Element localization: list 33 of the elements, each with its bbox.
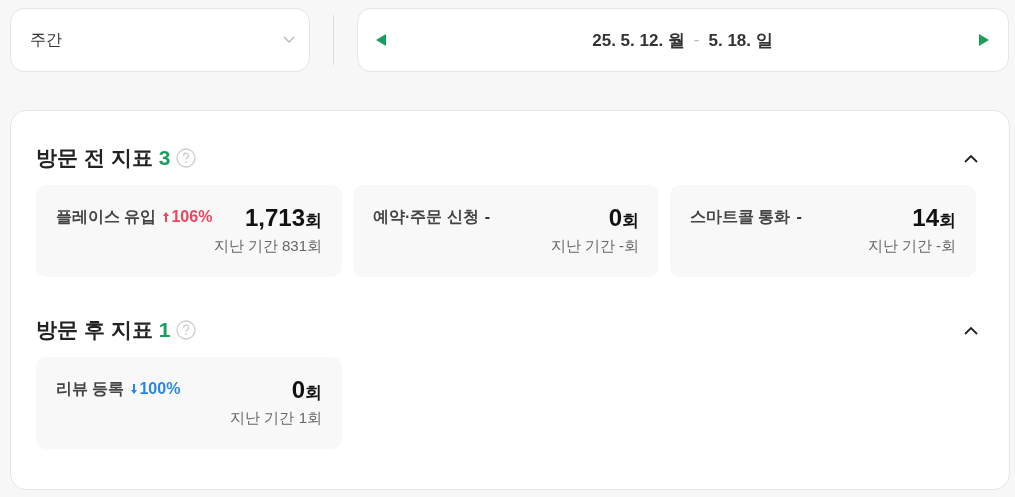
previous-button[interactable] <box>374 32 388 48</box>
metric-label: 플레이스 유입 <box>56 206 157 227</box>
no-change: - <box>796 208 802 226</box>
left-triangle-icon <box>376 34 386 46</box>
previous-period: 지난 기간 -회 <box>550 237 639 256</box>
chevron-down-icon <box>283 36 295 44</box>
metric-value: 0회 <box>291 377 322 405</box>
chevron-icon <box>964 153 978 163</box>
up-arrow-icon <box>162 211 171 223</box>
previous-period: 지난 기간 -회 <box>867 237 956 256</box>
metric-value: 1,713회 <box>244 205 322 233</box>
next-button[interactable] <box>977 32 991 48</box>
right-triangle-icon <box>979 34 989 46</box>
metric-count: 3 <box>158 146 171 170</box>
metric-value: 14회 <box>912 205 956 233</box>
no-change: - <box>484 208 491 226</box>
down-arrow-icon <box>130 383 139 395</box>
change-percent: 106% <box>162 208 213 226</box>
metric-label: 예약·주문 신청 <box>373 206 479 227</box>
previous-period: 지난 기간 831회 <box>213 237 322 256</box>
section-title: 방문 후 지표 <box>36 317 153 343</box>
metric-label: 스마트콜 통화 <box>690 206 791 227</box>
start-date: 25. 5. 12. 월 <box>592 29 685 52</box>
previous-period: 지난 기간 1회 <box>230 409 322 428</box>
section-title: 방문 전 지표 <box>36 145 153 171</box>
change-percent: 100% <box>130 380 181 398</box>
period-dropdown[interactable]: 주간 <box>10 8 310 72</box>
date-separator: - <box>693 30 700 50</box>
chevron-icon <box>964 325 978 335</box>
end-date: 5. 18. 일 <box>708 29 773 52</box>
metric-value: 0회 <box>608 205 639 233</box>
metric-count: 1 <box>158 318 171 342</box>
metric-label: 리뷰 등록 <box>56 378 125 399</box>
